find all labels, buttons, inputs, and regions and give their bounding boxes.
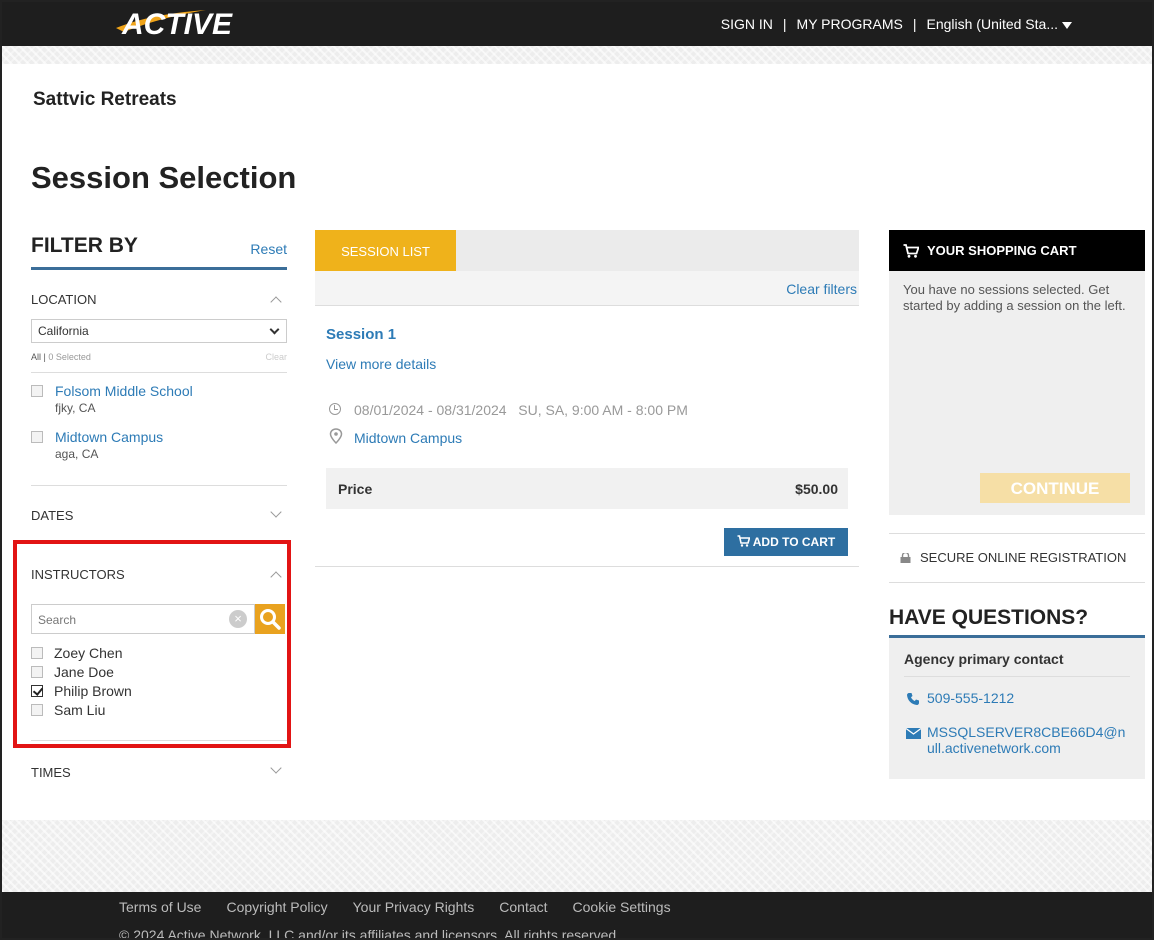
price-row: Price $50.00 [326,468,848,509]
location-selection-row: All | 0 Selected Clear [31,352,287,362]
chevron-down-icon[interactable] [270,762,282,774]
language-selector[interactable]: English (United Sta... [926,16,1072,32]
footer-link-privacy[interactable]: Your Privacy Rights [353,899,475,915]
language-label: English (United Sta... [926,16,1058,32]
logo-text: ACTIVE [121,8,233,41]
map-pin-icon [329,428,343,444]
caret-down-icon [1062,21,1072,29]
session-location-link[interactable]: Midtown Campus [354,430,462,446]
secure-registration-label: SECURE ONLINE REGISTRATION [920,550,1127,565]
state-select-value: California [38,324,89,338]
price-label: Price [338,481,373,497]
divider [31,372,287,373]
continue-button[interactable]: CONTINUE [980,473,1130,503]
phone-icon [907,693,919,705]
add-to-cart-label: ADD TO CART [752,535,836,549]
location-checkbox[interactable] [31,431,43,443]
footer-link-cookies[interactable]: Cookie Settings [573,899,671,915]
location-sub: fjky, CA [55,401,96,415]
footer-links: Terms of Use Copyright Policy Your Priva… [119,899,671,915]
filter-title: FILTER BY [31,234,138,257]
cart-empty-message: You have no sessions selected. Get start… [903,282,1126,313]
clear-filters-row: Clear filters [315,271,859,306]
filter-header: FILTER BY Reset [31,234,287,270]
chevron-up-icon[interactable] [270,296,282,308]
location-sub: aga, CA [55,447,99,461]
copyright-text: © 2024 Active Network, LLC and/or its af… [119,927,621,940]
organization-name: Sattvic Retreats [33,89,177,110]
email-link[interactable]: MSSQLSERVER8CBE66D4@null.activenetwork.c… [927,724,1127,756]
location-name[interactable]: Midtown Campus [55,429,163,445]
sign-in-link[interactable]: SIGN IN [721,16,773,32]
active-logo[interactable]: ACTIVE [110,6,250,42]
divider [31,485,287,486]
clock-icon [329,403,341,415]
clear-filters-link[interactable]: Clear filters [786,281,857,297]
reset-link[interactable]: Reset [250,241,287,257]
all-link[interactable]: All [31,352,41,362]
nav-separator: | [782,16,787,32]
footer-link-contact[interactable]: Contact [499,899,547,915]
divider [889,582,1145,583]
top-bar: ACTIVE SIGN IN | MY PROGRAMS | English (… [2,2,1152,46]
cart-icon [903,244,919,258]
footer-pattern [2,820,1152,892]
cart-icon [737,535,751,547]
tab-session-list[interactable]: SESSION LIST [315,230,456,271]
top-nav: SIGN IN | MY PROGRAMS | English (United … [721,16,1072,32]
nav-separator: | [912,16,917,32]
location-name[interactable]: Folsom Middle School [55,383,193,399]
selected-count: 0 Selected [48,352,91,362]
page-frame: ACTIVE SIGN IN | MY PROGRAMS | English (… [0,0,1154,940]
dates-section-title[interactable]: DATES [31,508,73,523]
agency-contact-label: Agency primary contact [904,651,1064,667]
cart-header: YOUR SHOPPING CART [889,230,1145,271]
footer: Terms of Use Copyright Policy Your Priva… [2,892,1152,940]
location-checkbox[interactable] [31,385,43,397]
phone-link[interactable]: 509-555-1212 [927,690,1014,706]
header-pattern [2,46,1152,64]
clear-location-link[interactable]: Clear [265,352,287,362]
page-title: Session Selection [31,160,297,195]
times-section-title[interactable]: TIMES [31,765,71,780]
lock-icon [900,553,911,563]
state-select[interactable]: California [31,319,287,343]
session-title[interactable]: Session 1 [326,326,396,343]
divider [315,566,859,567]
location-section-title[interactable]: LOCATION [31,292,97,307]
chevron-down-icon [269,324,280,335]
divider [904,676,1130,677]
chevron-down-icon[interactable] [270,506,282,518]
footer-link-terms[interactable]: Terms of Use [119,899,201,915]
add-to-cart-button[interactable]: ADD TO CART [724,528,848,556]
divider [889,533,1145,534]
footer-link-copyright[interactable]: Copyright Policy [226,899,327,915]
my-programs-link[interactable]: MY PROGRAMS [797,16,903,32]
have-questions-title: HAVE QUESTIONS? [889,606,1145,638]
price-value: $50.00 [795,481,838,497]
email-icon [906,728,921,739]
session-schedule: 08/01/2024 - 08/31/2024 SU, SA, 9:00 AM … [354,402,688,418]
cart-title: YOUR SHOPPING CART [927,243,1077,258]
instructors-highlight-box [13,540,291,748]
view-more-details-link[interactable]: View more details [326,356,436,372]
